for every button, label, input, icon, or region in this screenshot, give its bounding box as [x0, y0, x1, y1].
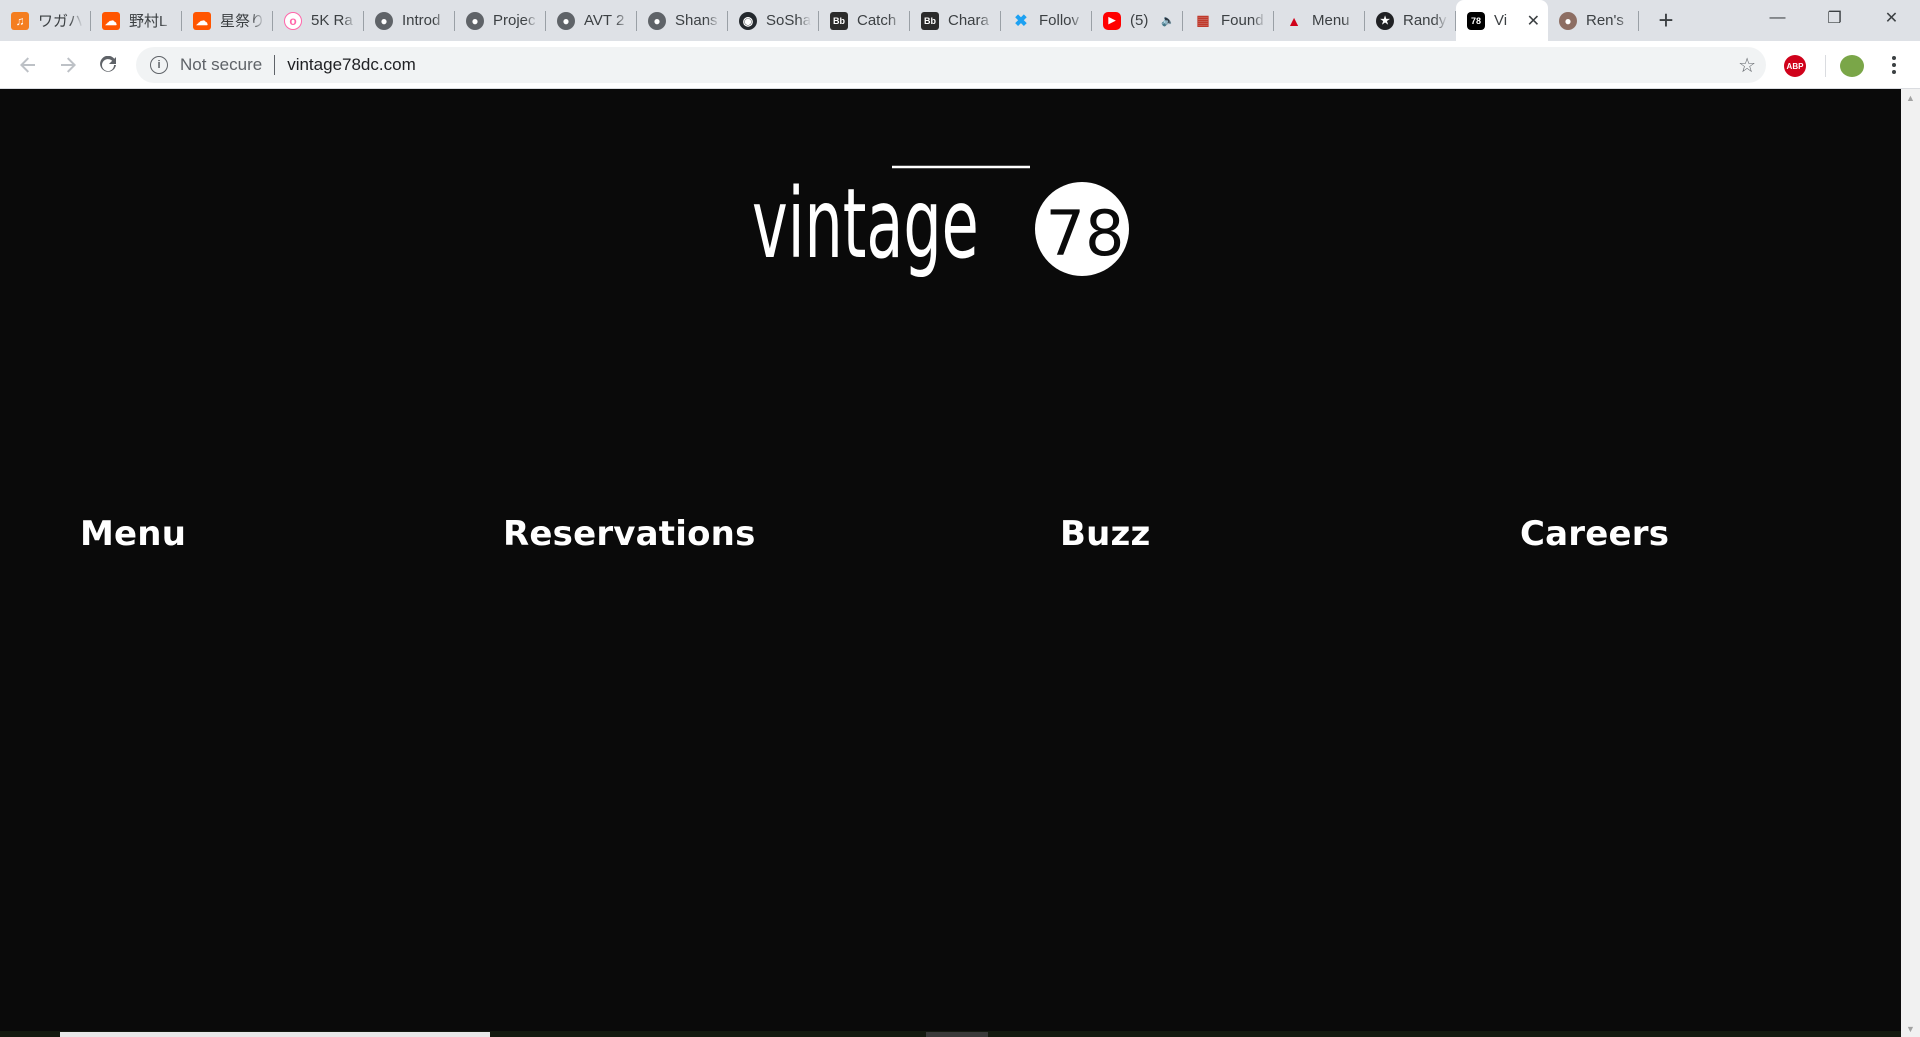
new-tab-button[interactable]: + [1645, 0, 1687, 41]
star-badge-icon: ★ [1376, 11, 1394, 30]
vertical-scrollbar[interactable]: ▲ ▼ [1901, 89, 1920, 1037]
scroll-down-arrow-icon[interactable]: ▼ [1901, 1020, 1920, 1037]
back-button[interactable] [8, 45, 48, 85]
tab-12[interactable]: ✖ Follov [1001, 0, 1092, 41]
tab-15[interactable]: ▲ Menu [1274, 0, 1365, 41]
tab-title: ワガハ [38, 13, 83, 30]
forward-button[interactable] [48, 45, 88, 85]
tab-title: Ren's [1586, 12, 1624, 29]
info-icon[interactable]: i [150, 56, 168, 74]
tab-title: 野村L [129, 13, 168, 30]
blackboard-icon: Bb [921, 11, 939, 30]
tab-4[interactable]: o 5K Ra [273, 0, 364, 41]
address-bar[interactable]: i Not secure vintage78dc.com ☆ [136, 47, 1766, 83]
tab-3[interactable]: ☁ 星祭り [182, 0, 273, 41]
restore-button[interactable]: ❐ [1806, 0, 1863, 36]
globe-icon: ● [648, 11, 666, 30]
blackboard-icon: Bb [830, 11, 848, 30]
adblock-plus-icon[interactable]: ABP [1784, 55, 1806, 77]
globe-icon: ● [466, 11, 484, 30]
slider-indicator-secondary[interactable] [926, 1032, 988, 1037]
reload-button[interactable] [88, 45, 128, 85]
minimize-button[interactable]: — [1749, 0, 1806, 36]
tab-11[interactable]: Bb Chara [910, 0, 1001, 41]
tab-title: SoSha [766, 12, 811, 29]
url-text[interactable]: vintage78dc.com [287, 55, 416, 75]
tab-active-vintage78[interactable]: 78 Vi ✕ [1456, 0, 1548, 41]
tab-18[interactable]: ● Ren's [1548, 0, 1639, 41]
tab-6[interactable]: ● Projec [455, 0, 546, 41]
nav-careers-link[interactable]: Careers [1520, 514, 1669, 554]
headphones-icon: ♫ [11, 11, 29, 30]
arrow-right-icon [61, 56, 76, 73]
page-bottom-bar [0, 1031, 1901, 1037]
tab-title: Shans [675, 12, 718, 29]
tab-title: Follov [1039, 12, 1080, 29]
github-icon: ◉ [739, 11, 757, 30]
tabs: ♫ ワガハ ☁ 野村L ☁ 星祭り o 5K Ra ● Introd ● Pro… [0, 0, 1639, 41]
speaker-icon[interactable]: 🔈 [1161, 14, 1175, 27]
tab-9[interactable]: ◉ SoSha [728, 0, 819, 41]
tab-13[interactable]: ▶ (5) 🔈 [1092, 0, 1183, 41]
arrow-left-icon [20, 56, 35, 73]
bar-icon: ▦ [1196, 12, 1210, 28]
profile-avatar-icon[interactable] [1840, 55, 1864, 77]
globe-icon: ● [375, 11, 393, 30]
tab-title: Introd [402, 12, 441, 29]
feather-icon: ✖ [1014, 12, 1028, 30]
tab-title: Vi [1494, 12, 1508, 29]
logo-word: vintage [752, 167, 979, 277]
tab-5[interactable]: ● Introd [364, 0, 455, 41]
tab-2[interactable]: ☁ 野村L [91, 0, 182, 41]
tab-title: AVT 2 [584, 12, 625, 29]
osu-icon: o [284, 11, 302, 30]
tab-title: Menu [1312, 12, 1350, 29]
tab-title: 星祭り [220, 13, 265, 30]
nav-reservations-link[interactable]: Reservations [503, 514, 756, 554]
tab-title: (5) [1130, 12, 1149, 29]
divider [274, 55, 276, 75]
tab-title: Projec [493, 12, 536, 29]
youtube-icon: ▶ [1103, 11, 1121, 30]
ren-icon: ● [1559, 11, 1577, 30]
tab-title: Randy [1403, 12, 1447, 29]
tab-1[interactable]: ♫ ワガハ [0, 0, 91, 41]
window-controls: — ❐ ✕ [1749, 0, 1920, 41]
globe-icon: ● [557, 11, 575, 30]
browser-toolbar: i Not secure vintage78dc.com ☆ [0, 41, 1920, 89]
browser-menu-icon[interactable] [1882, 50, 1906, 80]
divider [1825, 55, 1826, 77]
logo-number: 78 [1046, 197, 1125, 270]
tab-7[interactable]: ● AVT 2 [546, 0, 637, 41]
tab-14[interactable]: ▦ Found [1183, 0, 1274, 41]
tab-title: 5K Ra [311, 12, 353, 29]
tab-title: Catch [857, 12, 897, 29]
tab-title: Chara [948, 12, 989, 29]
security-label: Not secure [180, 55, 263, 74]
page-viewport: vintage 78 Menu Reservations Buzz Career… [0, 89, 1901, 1037]
slider-indicator[interactable] [60, 1032, 490, 1037]
soundcloud-icon: ☁ [102, 11, 120, 30]
scroll-up-arrow-icon[interactable]: ▲ [1901, 89, 1920, 106]
tableau-icon: ▲ [1287, 12, 1301, 29]
nav-menu-link[interactable]: Menu [80, 514, 186, 554]
bookmark-star-icon[interactable]: ☆ [1738, 53, 1756, 78]
vintage78-logo[interactable]: vintage 78 [752, 137, 1152, 277]
soundcloud-icon: ☁ [193, 11, 211, 30]
close-window-button[interactable]: ✕ [1863, 0, 1920, 36]
nav-buzz-link[interactable]: Buzz [1060, 514, 1151, 554]
vintage78-icon: 78 [1467, 11, 1485, 30]
close-tab-icon[interactable]: ✕ [1527, 11, 1540, 31]
tab-title: Found [1221, 12, 1264, 29]
tab-strip: ♫ ワガハ ☁ 野村L ☁ 星祭り o 5K Ra ● Introd ● Pro… [0, 0, 1920, 41]
tab-16[interactable]: ★ Randy [1365, 0, 1456, 41]
tab-10[interactable]: Bb Catch [819, 0, 910, 41]
tab-8[interactable]: ● Shans [637, 0, 728, 41]
reload-icon [100, 55, 116, 72]
